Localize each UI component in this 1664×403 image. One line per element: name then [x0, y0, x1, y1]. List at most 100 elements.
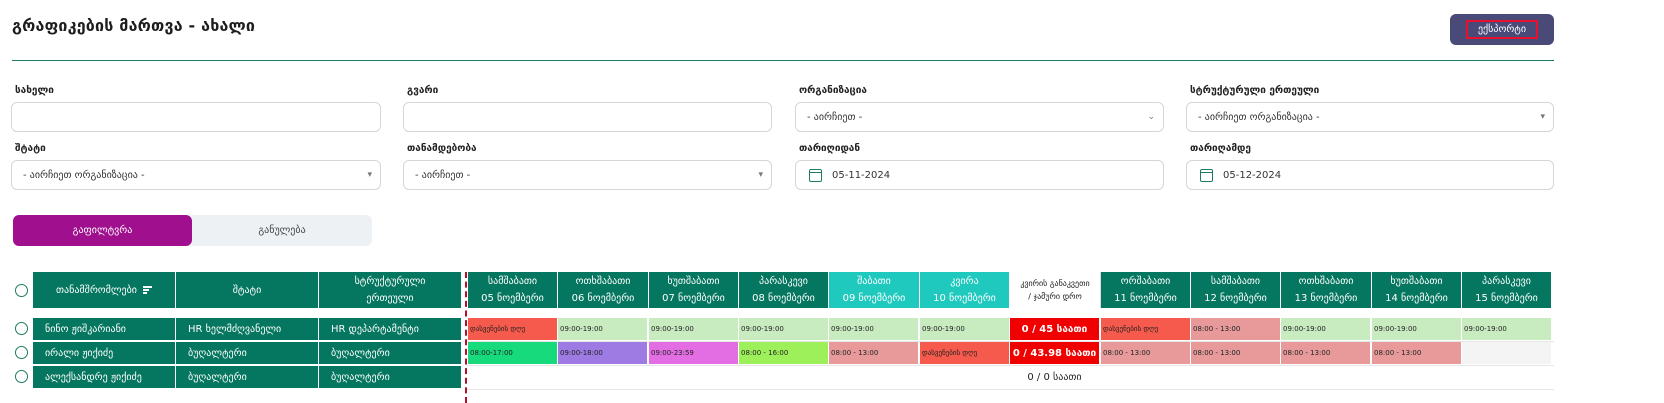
schedule-cell[interactable] — [1101, 366, 1191, 388]
schedule-cell[interactable]: 08:00 - 13:00 — [1281, 342, 1371, 364]
schedule-cell[interactable] — [468, 366, 558, 388]
date-to-label: თარიღამდე — [1190, 143, 1251, 154]
day-header: ოთხშაბათი 13 ნოემბერი — [1281, 272, 1372, 308]
unit-select-value: - აირჩიეთ ორგანიზაცია - — [1198, 111, 1320, 123]
schedule-cell[interactable] — [920, 366, 1010, 388]
day-header: ოთხშაბათი 06 ნოემბერი — [558, 272, 649, 308]
surname-input[interactable] — [403, 102, 772, 132]
date-from-input[interactable]: 05-11-2024 — [795, 160, 1164, 190]
employee-staff: ბუღალტერი — [176, 342, 319, 364]
staff-select[interactable]: - აირჩიეთ ორგანიზაცია - ▾ — [11, 160, 381, 190]
schedule-cell[interactable]: 09:00-19:00 — [1372, 318, 1462, 340]
day-header-weekend: შაბათი 09 ნოემბერი — [829, 272, 920, 308]
schedule-cell[interactable]: 08:00 - 13:00 — [829, 342, 919, 364]
employee-name[interactable]: ირალი ჟიქიძე — [33, 342, 176, 364]
surname-label: გვარი — [407, 85, 439, 96]
schedule-cell[interactable]: 08:00 - 13:00 — [1372, 342, 1462, 364]
unit-select[interactable]: - აირჩიეთ ორგანიზაცია - ▾ — [1186, 102, 1554, 132]
header-employees[interactable]: თანამშრომლები — [33, 272, 176, 308]
week-total-cell: 0 / 45 საათი — [1010, 318, 1100, 340]
chevron-down-icon: ▾ — [1540, 112, 1545, 122]
day-header: პარასკევი 15 ნოემბერი — [1462, 272, 1552, 308]
schedule-cell[interactable] — [739, 366, 829, 388]
row-checkbox[interactable] — [15, 346, 28, 359]
schedule-cell[interactable]: დასვენების დღე — [920, 342, 1010, 364]
schedule-cell[interactable]: 08:00 - 13:00 — [1101, 342, 1191, 364]
employee-staff: ბუღალტერი — [176, 366, 319, 388]
schedule-cell[interactable]: 09:00-19:00 — [558, 318, 648, 340]
schedule-cell[interactable]: 09:00-19:00 — [739, 318, 829, 340]
day-header: სამშაბათი 05 ნოემბერი — [468, 272, 558, 308]
schedule-cell[interactable]: 09:00-18:00 — [558, 342, 648, 364]
position-select[interactable]: - აირჩიეთ - ▾ — [403, 160, 772, 190]
week-total-cell: 0 / 0 საათი — [1010, 366, 1100, 388]
unit-label: სტრუქტურული ერთეული — [1190, 85, 1320, 96]
title-divider — [12, 60, 1554, 61]
schedule-cell[interactable]: 09:00-19:00 — [1281, 318, 1371, 340]
schedule-cell[interactable]: 08:00 - 13:00 — [1191, 318, 1281, 340]
date-from-label: თარიღიდან — [799, 143, 861, 154]
employee-unit: ბუღალტერი — [319, 342, 462, 364]
schedule-cell[interactable] — [649, 366, 739, 388]
header-unit: სტრუქტურული ერთეული — [319, 272, 462, 308]
schedule-cell[interactable]: დასვენების დღე — [468, 318, 558, 340]
schedule-cell[interactable]: დასვენების დღე — [1101, 318, 1191, 340]
chevron-down-icon: ⌄ — [1147, 112, 1155, 122]
week-total-cell: 0 / 43.98 საათი — [1010, 342, 1100, 364]
schedule-cell[interactable]: 09:00-19:00 — [649, 318, 739, 340]
schedule-cell[interactable]: 08:00 - 16:00 — [739, 342, 829, 364]
name-input[interactable] — [11, 102, 381, 132]
date-from-value: 05-11-2024 — [832, 169, 891, 181]
employee-unit: ბუღალტერი — [319, 366, 462, 388]
select-all-checkbox[interactable] — [15, 284, 28, 297]
day-header: პარასკევი 08 ნოემბერი — [739, 272, 829, 308]
organization-label: ორგანიზაცია — [799, 85, 867, 96]
organization-select-value: - აირჩიეთ - — [807, 111, 863, 123]
reset-button[interactable]: განულება — [192, 215, 372, 246]
employee-staff: HR ხელმძღვანელი — [176, 318, 319, 340]
export-button-label: ექსპორტი — [1465, 20, 1539, 39]
organization-select[interactable]: - აირჩიეთ - ⌄ — [795, 102, 1164, 132]
header-employees-label: თანამშრომლები — [56, 284, 137, 296]
schedule-cell[interactable]: 09:00-23:59 — [649, 342, 739, 364]
day-header: ორშაბათი 11 ნოემბერი — [1101, 272, 1191, 308]
schedule-cell[interactable]: 09:00-19:00 — [920, 318, 1010, 340]
calendar-icon — [809, 168, 822, 182]
staff-label: შტატი — [15, 143, 46, 154]
employee-name[interactable]: ნინო ჟიშკარიანი — [33, 318, 176, 340]
staff-select-value: - აირჩიეთ ორგანიზაცია - — [23, 169, 145, 181]
schedule-cell[interactable]: 08:00-17:00 — [468, 342, 558, 364]
position-label: თანამდებობა — [407, 143, 477, 154]
sort-icon[interactable] — [142, 285, 152, 296]
schedule-cell[interactable]: 09:00-19:00 — [1462, 318, 1552, 340]
row-divider — [466, 389, 1554, 390]
frozen-column-divider — [465, 272, 467, 403]
export-button[interactable]: ექსპორტი — [1450, 14, 1554, 45]
calendar-icon — [1200, 168, 1213, 182]
schedule-cell[interactable] — [558, 366, 648, 388]
day-header: ხუთშაბათი 07 ნოემბერი — [649, 272, 739, 308]
schedule-cell[interactable] — [829, 366, 919, 388]
row-checkbox[interactable] — [15, 370, 28, 383]
schedule-cell[interactable] — [1191, 366, 1281, 388]
position-select-value: - აირჩიეთ - — [415, 169, 471, 181]
date-to-value: 05-12-2024 — [1223, 169, 1282, 181]
name-label: სახელი — [15, 85, 54, 96]
day-header: ხუთშაბათი 14 ნოემბერი — [1372, 272, 1462, 308]
filter-button[interactable]: გაფილტვრა — [13, 215, 192, 246]
chevron-down-icon: ▾ — [758, 170, 763, 180]
page-title: გრაფიკების მართვა - ახალი — [12, 16, 256, 35]
week-total-header: კვირის განაკვეთი / ჯამური დრო — [1010, 272, 1101, 308]
schedule-cell[interactable] — [1281, 366, 1371, 388]
date-to-input[interactable]: 05-12-2024 — [1186, 160, 1554, 190]
header-staff: შტატი — [176, 272, 319, 308]
day-header-weekend: კვირა 10 ნოემბერი — [920, 272, 1010, 308]
schedule-cell[interactable] — [1462, 366, 1552, 388]
schedule-cell[interactable] — [1462, 342, 1552, 364]
row-checkbox[interactable] — [15, 322, 28, 335]
schedule-cell[interactable]: 08:00 - 13:00 — [1191, 342, 1281, 364]
schedule-cell[interactable]: 09:00-19:00 — [829, 318, 919, 340]
schedule-cell[interactable] — [1372, 366, 1462, 388]
day-header: სამშაბათი 12 ნოემბერი — [1191, 272, 1281, 308]
employee-name[interactable]: ალექსანდრე ჟიქიძე — [33, 366, 176, 388]
